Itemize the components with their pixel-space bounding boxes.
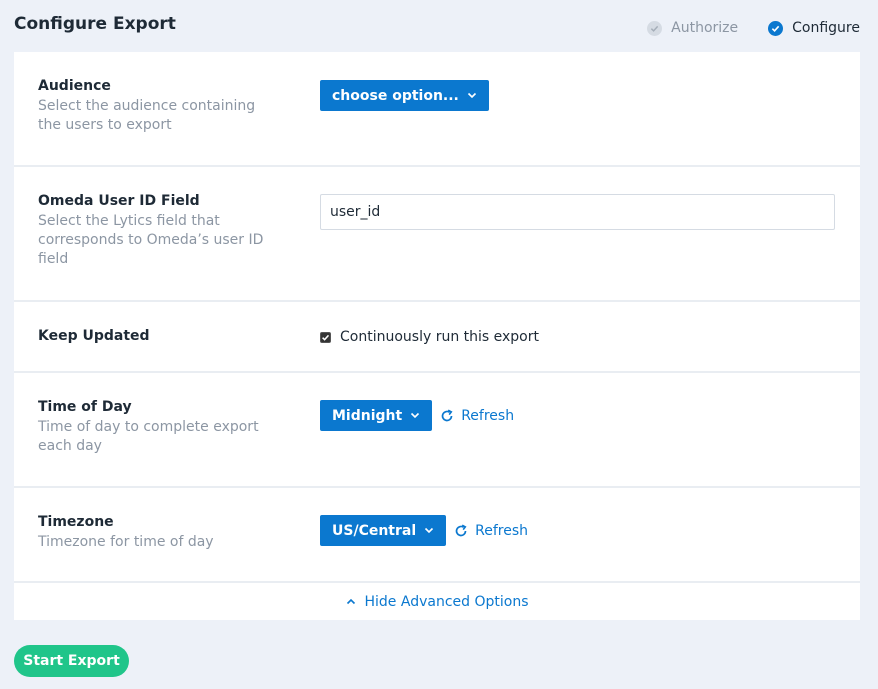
time-of-day-refresh-link[interactable]: Refresh bbox=[440, 408, 514, 424]
select-value: US/Central bbox=[332, 522, 417, 539]
step-label: Configure bbox=[792, 20, 860, 36]
keep-updated-row: Keep Updated Continuously run this expor… bbox=[14, 302, 860, 373]
page-header: Configure Export Authorize Configure bbox=[0, 0, 878, 52]
field-description: Time of day to complete export each day bbox=[38, 419, 259, 454]
advanced-toggle-label: Hide Advanced Options bbox=[364, 593, 529, 610]
keep-updated-label-group: Keep Updated bbox=[38, 328, 278, 345]
timezone-select[interactable]: US/Central bbox=[320, 515, 447, 546]
timezone-refresh-link[interactable]: Refresh bbox=[454, 523, 528, 539]
omeda-label-group: Omeda User ID Field Select the Lytics fi… bbox=[38, 193, 278, 269]
time-of-day-control: Midnight Refresh bbox=[320, 400, 514, 431]
chevron-up-icon bbox=[346, 598, 355, 605]
config-panel: Audience Select the audience containing … bbox=[14, 52, 860, 620]
select-value: choose option... bbox=[332, 87, 459, 104]
audience-control: choose option... bbox=[320, 80, 489, 111]
chevron-down-icon bbox=[467, 92, 477, 99]
omeda-control bbox=[320, 194, 835, 230]
field-label: Time of Day bbox=[38, 399, 132, 415]
check-icon bbox=[768, 20, 784, 36]
field-label: Audience bbox=[38, 78, 111, 94]
keep-updated-checkbox[interactable] bbox=[320, 331, 331, 343]
start-export-button[interactable]: Start Export bbox=[14, 645, 129, 677]
step-label: Authorize bbox=[671, 20, 739, 36]
hide-advanced-options-toggle[interactable]: Hide Advanced Options bbox=[14, 583, 860, 620]
step-authorize[interactable]: Authorize bbox=[647, 20, 738, 36]
wizard-steps: Authorize Configure bbox=[617, 20, 860, 36]
field-label: Omeda User ID Field bbox=[38, 193, 200, 209]
field-description: Select the Lytics field that corresponds… bbox=[38, 213, 264, 267]
audience-row: Audience Select the audience containing … bbox=[14, 52, 860, 167]
refresh-label: Refresh bbox=[461, 407, 515, 424]
timezone-row: Timezone Timezone for time of day US/Cen… bbox=[14, 488, 860, 583]
time-of-day-select[interactable]: Midnight bbox=[320, 400, 433, 431]
audience-label-group: Audience Select the audience containing … bbox=[38, 78, 278, 135]
check-icon bbox=[647, 20, 663, 36]
omeda-user-id-row: Omeda User ID Field Select the Lytics fi… bbox=[14, 167, 860, 302]
refresh-icon bbox=[441, 408, 453, 421]
step-configure[interactable]: Configure bbox=[768, 20, 860, 36]
page-title: Configure Export bbox=[14, 14, 176, 34]
chevron-down-icon bbox=[424, 527, 434, 534]
field-description: Select the audience containing the users… bbox=[38, 98, 256, 133]
select-value: Midnight bbox=[332, 407, 403, 424]
refresh-icon bbox=[455, 523, 467, 536]
time-of-day-row: Time of Day Time of day to complete expo… bbox=[14, 373, 860, 488]
timezone-control: US/Central Refresh bbox=[320, 515, 528, 546]
keep-updated-control: Continuously run this export bbox=[320, 329, 539, 345]
field-label: Keep Updated bbox=[38, 328, 150, 344]
refresh-label: Refresh bbox=[475, 522, 529, 539]
field-label: Timezone bbox=[38, 514, 114, 530]
field-description: Timezone for time of day bbox=[38, 534, 214, 550]
checkbox-text: Continuously run this export bbox=[340, 329, 539, 345]
chevron-down-icon bbox=[410, 412, 420, 419]
timezone-label-group: Timezone Timezone for time of day bbox=[38, 514, 278, 552]
audience-select[interactable]: choose option... bbox=[320, 80, 489, 111]
time-of-day-label-group: Time of Day Time of day to complete expo… bbox=[38, 399, 278, 456]
omeda-user-id-input[interactable] bbox=[320, 194, 835, 230]
keep-updated-checkbox-label[interactable]: Continuously run this export bbox=[320, 329, 539, 345]
